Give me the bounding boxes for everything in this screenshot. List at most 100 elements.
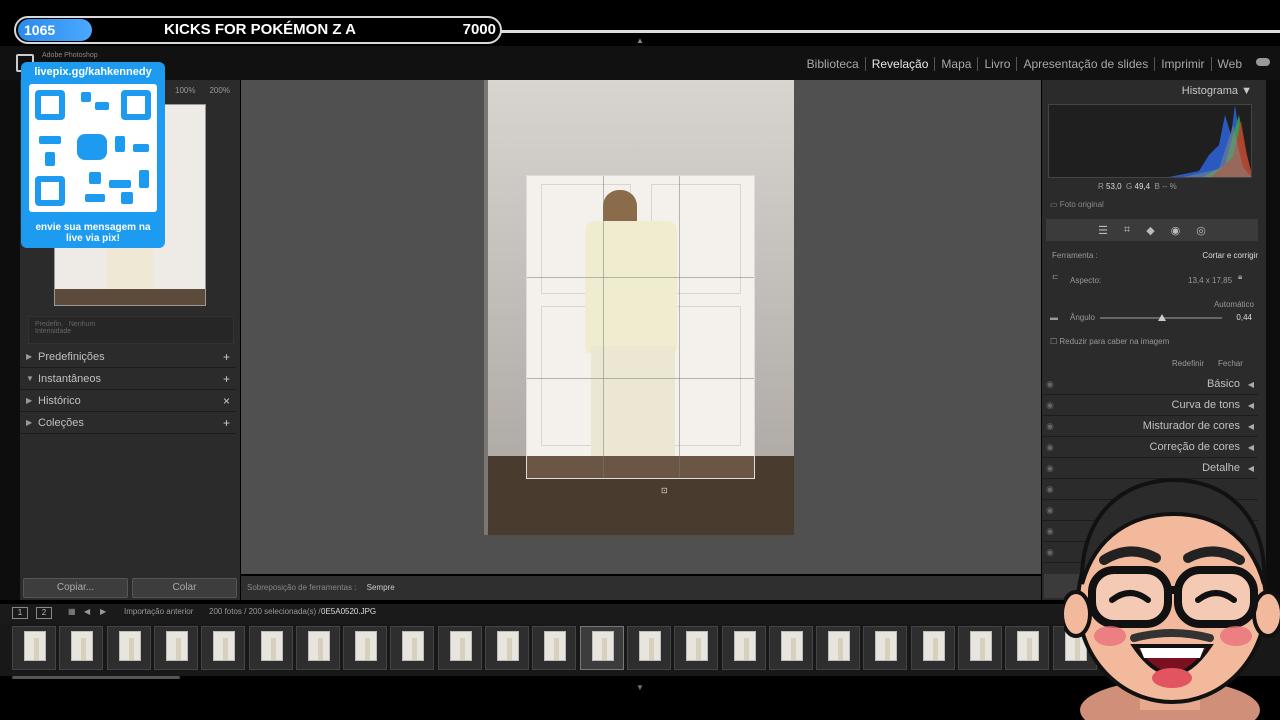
thumbnail-image — [970, 631, 992, 661]
collapse-bottom-icon[interactable]: ▼ — [636, 683, 644, 692]
filmstrip-thumbnail[interactable] — [12, 626, 56, 670]
module-mapa[interactable]: Mapa — [934, 57, 977, 71]
filmstrip-thumbnail[interactable] — [201, 626, 246, 670]
filmstrip-thumbnail[interactable] — [437, 626, 482, 670]
back-arrow-icon[interactable]: ◀ — [84, 607, 90, 616]
section-correcao-cores[interactable]: ◉ Correção de cores ◀ — [1042, 437, 1258, 458]
crop-lock-icon[interactable]: ⊡ — [661, 486, 668, 495]
module-imprimir[interactable]: Imprimir — [1154, 57, 1210, 71]
filmstrip-thumbnail[interactable] — [674, 626, 719, 670]
filmstrip-thumbnail[interactable] — [816, 626, 861, 670]
mask-icon[interactable]: ◎ — [1196, 224, 1206, 241]
source-label[interactable]: Importação anterior — [124, 607, 193, 616]
page-2[interactable]: 2 — [36, 607, 52, 619]
visibility-icon[interactable]: ◉ — [1046, 416, 1054, 437]
section-instantaneos[interactable]: ▼ Instantâneos + — [20, 368, 236, 390]
crop-frame-icon[interactable]: ⊏ — [1052, 272, 1059, 281]
image-canvas[interactable]: ⊡ — [241, 80, 1041, 574]
thumbnail-image — [828, 631, 851, 661]
filmstrip-thumbnail[interactable] — [910, 626, 955, 670]
add-preset-icon[interactable]: + — [223, 346, 230, 368]
auto-button[interactable]: Automático — [1214, 300, 1254, 309]
aspect-select[interactable]: 13,4 x 17,85 — [1188, 276, 1232, 285]
section-label: Predefinições — [38, 351, 105, 363]
visibility-icon[interactable]: ◉ — [1046, 437, 1054, 458]
level-tool-icon[interactable]: ▬ — [1050, 313, 1058, 322]
redeye-icon[interactable]: ◉ — [1171, 224, 1181, 241]
aspect-lock-icon[interactable]: 🔒︎ — [1238, 272, 1242, 282]
paste-button[interactable]: Colar — [132, 578, 237, 598]
module-livro[interactable]: Livro — [977, 57, 1016, 71]
forward-arrow-icon[interactable]: ▶ — [100, 607, 106, 616]
visibility-icon[interactable]: ◉ — [1046, 479, 1054, 500]
constrain-checkbox[interactable]: ☐ Reduzir para caber na imagem — [1050, 337, 1169, 346]
heal-eraser-icon[interactable]: ◆ — [1146, 224, 1154, 241]
preset-value[interactable]: Nenhum — [69, 321, 95, 328]
section-basico[interactable]: ◉ Básico ◀ — [1042, 374, 1258, 395]
crop-tool-icon[interactable]: ⌗ — [1124, 224, 1130, 241]
thumbnail-image — [213, 631, 236, 661]
angle-value[interactable]: 0,44 — [1236, 313, 1252, 322]
filmstrip-thumbnail[interactable] — [295, 626, 340, 670]
filename[interactable]: 0E5A0520.JPG — [321, 607, 376, 616]
section-misturador[interactable]: ◉ Misturador de cores ◀ — [1042, 416, 1258, 437]
filmstrip-thumbnail[interactable] — [59, 626, 104, 670]
reset-button[interactable]: Redefinir — [1172, 359, 1204, 368]
section-curva-tons[interactable]: ◉ Curva de tons ◀ — [1042, 395, 1258, 416]
section-historico[interactable]: ▶ Histórico × — [20, 390, 236, 412]
histogram-title[interactable]: Histograma ▼ — [1042, 80, 1266, 102]
filmstrip-thumbnail[interactable] — [485, 626, 529, 670]
angle-slider-knob[interactable] — [1158, 314, 1166, 321]
histogram-label: Histograma — [1181, 85, 1239, 97]
angle-label: Ângulo — [1070, 313, 1095, 322]
copy-button[interactable]: Copiar... — [23, 578, 128, 598]
filmstrip-thumbnail[interactable] — [532, 626, 577, 670]
section-predefinicoes[interactable]: ▶ Predefinições + — [20, 346, 236, 368]
thumbnail-image — [1017, 631, 1040, 661]
filmstrip-thumbnail[interactable] — [1005, 626, 1050, 670]
module-biblioteca[interactable]: Biblioteca — [801, 57, 865, 71]
filmstrip-scrollbar[interactable] — [12, 676, 180, 679]
collapse-top-icon[interactable]: ▲ — [636, 36, 644, 45]
filmstrip-thumbnail[interactable] — [721, 626, 766, 670]
adjust-sliders-icon[interactable]: ☰ — [1098, 224, 1108, 241]
section-colecoes[interactable]: ▶ Coleções + — [20, 412, 236, 434]
visibility-icon[interactable]: ◉ — [1046, 542, 1054, 563]
visibility-icon[interactable]: ◉ — [1046, 458, 1054, 479]
module-web[interactable]: Web — [1210, 57, 1248, 71]
zoom-100[interactable]: 100% — [175, 86, 195, 95]
filmstrip-thumbnail[interactable] — [768, 626, 813, 670]
crop-frame[interactable] — [526, 175, 755, 479]
grid-icon[interactable]: ▦ — [68, 607, 76, 616]
page-1[interactable]: 1 — [12, 607, 28, 619]
filmstrip-thumbnail[interactable] — [958, 626, 1002, 670]
angle-slider[interactable] — [1100, 314, 1222, 321]
visibility-icon[interactable]: ◉ — [1046, 500, 1054, 521]
clear-history-icon[interactable]: × — [223, 390, 230, 412]
filmstrip-thumbnail[interactable] — [626, 626, 671, 670]
filmstrip-thumbnail[interactable] — [390, 626, 435, 670]
cloud-sync-icon[interactable] — [1256, 58, 1270, 66]
filmstrip-thumbnail[interactable] — [153, 626, 198, 670]
visibility-icon[interactable]: ◉ — [1046, 521, 1054, 542]
crop-grid-line — [527, 277, 754, 278]
original-photo-label: Foto original — [1059, 200, 1104, 209]
visibility-icon[interactable]: ◉ — [1046, 395, 1054, 416]
module-slides[interactable]: Apresentação de slides — [1016, 57, 1154, 71]
add-snapshot-icon[interactable]: + — [223, 368, 230, 390]
filmstrip-thumbnail[interactable] — [106, 626, 151, 670]
zoom-200[interactable]: 200% — [209, 86, 229, 95]
original-photo-toggle[interactable]: ▭ Foto original — [1050, 200, 1104, 209]
qr-footer-line1: envie sua mensagem na — [35, 222, 151, 233]
visibility-icon[interactable]: ◉ — [1046, 374, 1054, 395]
module-revelacao[interactable]: Revelação — [864, 57, 935, 71]
filmstrip-thumbnail[interactable] — [248, 626, 293, 670]
goal-count: 1065 — [18, 19, 92, 41]
filmstrip-thumbnail[interactable] — [579, 626, 624, 670]
add-collection-icon[interactable]: + — [223, 412, 230, 434]
filmstrip-thumbnail[interactable] — [863, 626, 908, 670]
filmstrip-thumbnail[interactable] — [343, 626, 388, 670]
qr-footer-line2: live via pix! — [66, 233, 120, 244]
overlay-select[interactable]: Sempre — [367, 583, 395, 592]
close-button[interactable]: Fechar — [1218, 359, 1243, 368]
